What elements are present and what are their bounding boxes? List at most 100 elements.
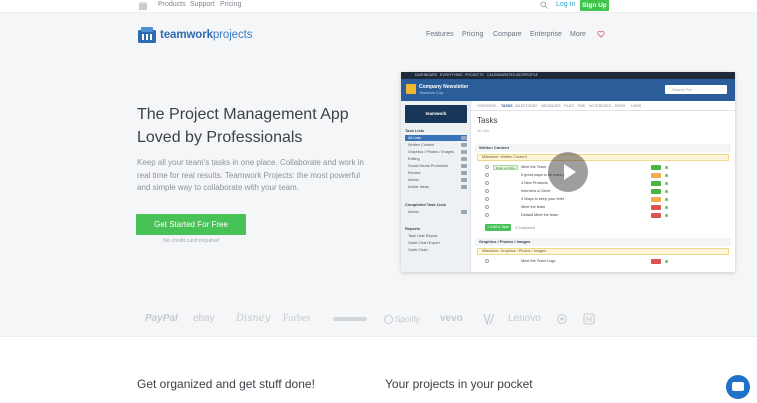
preview-search: Search For	[665, 85, 727, 94]
partner-logo-paypal: PayPal	[145, 313, 178, 324]
top-link-products[interactable]: Products	[158, 1, 186, 8]
top-link-pricing[interactable]: Pricing	[220, 1, 241, 8]
preview-tabs: OVERVIEW TASKS MILESTONES MESSAGES FILES…	[471, 101, 735, 111]
preview-tab: OVERVIEW	[477, 104, 496, 108]
preview-nav-item: CALENDAR	[487, 73, 507, 77]
status-tag	[651, 197, 661, 202]
preview-sidebar-label: Admin	[408, 210, 419, 214]
brand-suffix: projects	[212, 29, 253, 41]
preview-sidebar-item: Graphics / Photos / Images	[405, 149, 467, 155]
count-badge	[461, 157, 467, 161]
signup-button[interactable]: Sign Up	[580, 0, 609, 11]
preview-task-row: Ryan +1 More Meet the Team	[485, 164, 729, 171]
preview-sidebar: teamwork Task Lists All Lists Written Co…	[401, 101, 471, 272]
play-video-icon[interactable]	[548, 152, 588, 192]
preview-sidebar-item: Admin	[405, 209, 467, 215]
partner-logo-ebay: ebay	[193, 313, 215, 324]
features-section	[0, 336, 757, 403]
status-tag	[651, 205, 661, 210]
teamwork-logo-icon[interactable]	[137, 26, 157, 44]
task-text: Interview a Client	[521, 189, 551, 193]
nav-pricing[interactable]: Pricing	[462, 31, 483, 38]
search-icon[interactable]	[540, 1, 548, 9]
preview-sidebar-label: Admin	[408, 178, 419, 182]
brand-prefix: teamwork	[160, 29, 213, 41]
preview-reports-head: Reports	[405, 226, 421, 231]
section-heading-pocket: Your projects in your pocket	[385, 377, 533, 391]
count-badge	[461, 210, 467, 214]
preview-completed-count: 4 Completed	[515, 226, 535, 230]
preview-sidebar-label: Graphics / Photos / Images	[408, 150, 454, 154]
comment-icon	[665, 182, 668, 185]
preview-tasklist-head: Written Content	[475, 144, 731, 152]
assignee-tag: Ryan +1 More	[493, 165, 518, 170]
teamwork-mini-logo-icon[interactable]	[138, 1, 148, 11]
hero-description: Keep all your team's tasks in one place.…	[137, 158, 364, 192]
preview-sidebar-label: Article Ideas	[408, 185, 429, 189]
louis-vuitton-icon	[483, 313, 495, 325]
preview-project-name: Company Newsletter	[419, 84, 469, 90]
count-badge	[461, 171, 467, 175]
preview-title: Tasks	[477, 116, 498, 125]
count-badge	[461, 178, 467, 182]
preview-sidebar-item: Social Media Promotion	[405, 163, 467, 169]
preview-add-task-button: + Add a Task	[485, 224, 511, 231]
honda-logo-icon	[583, 313, 595, 325]
hero-title-line2: Loved by Professionals	[137, 129, 303, 146]
preview-milestone: Milestone: Written Content	[477, 154, 729, 161]
preview-task-row: 3 New Products	[485, 180, 729, 187]
preview-tab: NOTEBOOKS	[589, 104, 612, 108]
preview-sidebar-item: Admin	[405, 177, 467, 183]
spotify-icon	[384, 315, 393, 324]
brand-name[interactable]: teamworkprojects	[160, 29, 252, 41]
top-link-support[interactable]: Support	[190, 1, 215, 8]
task-text: Meet the Team Logo	[521, 259, 556, 263]
status-tag	[651, 165, 661, 170]
status-tag	[651, 173, 661, 178]
preview-nav-item: PEOPLE	[524, 73, 539, 77]
preview-task-row: 5 great ways to be more pro	[485, 172, 729, 179]
chat-bubble-icon[interactable]	[726, 375, 750, 399]
preview-sidebar-logo: teamwork	[405, 105, 467, 123]
no-credit-card-note: No credit card required	[163, 238, 219, 244]
preview-tab: MILESTONES	[515, 104, 538, 108]
preview-sidebar-label: Written Content	[408, 143, 435, 147]
task-text: 3 New Products	[521, 181, 548, 185]
count-badge	[461, 164, 467, 168]
preview-nav-item: EVERYTHING	[440, 73, 463, 77]
preview-task-row: Interview a Client	[485, 188, 729, 195]
preview-project-header: Company Newsletter Teamwork Corp Search …	[401, 79, 735, 101]
preview-task-row: Meet the team	[485, 204, 729, 211]
preview-tab: FILES	[564, 104, 574, 108]
preview-sidebar-item: Gantt Chart Export	[408, 241, 440, 245]
comment-icon	[665, 190, 668, 193]
preview-task-row: Default Meet the team	[485, 212, 729, 219]
comment-icon	[665, 260, 668, 263]
project-icon	[406, 84, 416, 94]
nav-features[interactable]: Features	[426, 31, 454, 38]
preview-sidebar-item: Gantt Chart	[408, 248, 428, 252]
nav-compare[interactable]: Compare	[493, 31, 522, 38]
preview-task-row: 3 Ways to keep your brief	[485, 196, 729, 203]
preview-tab-active: TASKS	[501, 104, 513, 108]
login-link[interactable]: Log In	[556, 1, 575, 8]
preview-completed-head: Completed Task Lists	[405, 202, 447, 207]
get-started-button[interactable]: Get Started For Free	[136, 214, 246, 235]
preview-nav-item: DASHBOARD	[415, 73, 438, 77]
preview-top-nav: DASHBOARD EVERYTHING PROJECTS CALENDAR S…	[401, 72, 735, 79]
status-tag	[651, 181, 661, 186]
heart-icon[interactable]	[597, 30, 605, 38]
check-circle-icon	[485, 165, 489, 169]
preview-sidebar-label: Editing	[408, 157, 420, 161]
check-circle-icon	[485, 205, 489, 209]
preview-nav-item: STATUSES	[506, 73, 524, 77]
nav-more[interactable]: More	[570, 31, 586, 38]
check-circle-icon	[485, 173, 489, 177]
nav-enterprise[interactable]: Enterprise	[530, 31, 562, 38]
count-badge	[461, 150, 467, 154]
partner-logo-lenovo: Lenovo	[508, 313, 541, 324]
preview-sidebar-label: All Lists	[408, 136, 422, 140]
comment-icon	[665, 214, 668, 217]
partner-logo-disney: Disney	[236, 313, 271, 324]
partner-logo-mark-icon	[333, 317, 367, 321]
